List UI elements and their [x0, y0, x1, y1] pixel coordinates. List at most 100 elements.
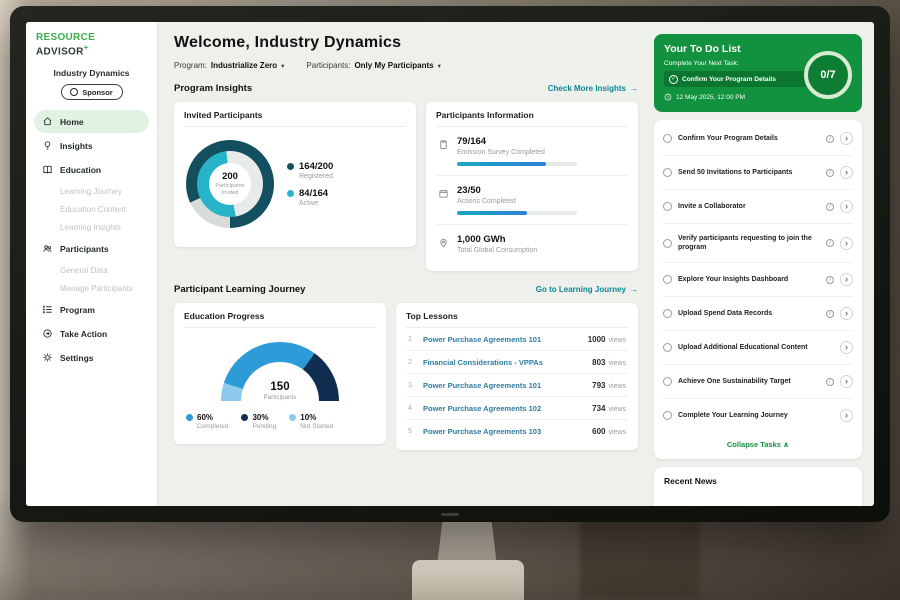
- registered-dot: [287, 163, 294, 170]
- chevron-right-icon[interactable]: ›: [840, 375, 853, 388]
- monitor-stand-base: [412, 560, 524, 600]
- sponsor-badge[interactable]: Sponsor: [61, 84, 123, 100]
- pending-dot: [241, 414, 248, 421]
- chevron-right-icon[interactable]: ›: [840, 273, 853, 286]
- task-row[interactable]: Upload Spend Data Records i ›: [663, 297, 853, 331]
- info-icon[interactable]: i: [826, 276, 834, 284]
- not-started-dot: [289, 414, 296, 421]
- program-insights-header: Program Insights Check More Insights →: [174, 83, 638, 94]
- consumption-value: 1,000 GWh: [457, 234, 537, 245]
- participants-filter[interactable]: Participants: Only My Participants ▾: [306, 61, 440, 70]
- task-row[interactable]: Explore Your Insights Dashboard i ›: [663, 263, 853, 297]
- lesson-rank: 1: [408, 336, 416, 343]
- participants-filter-label: Participants:: [306, 61, 350, 70]
- completed-value: 60%: [197, 413, 213, 422]
- program-filter[interactable]: Program: Industrialize Zero ▾: [174, 61, 284, 70]
- sidebar-item-label: Program: [60, 305, 95, 315]
- registered-label: Registered: [299, 173, 333, 180]
- task-checkbox[interactable]: [663, 134, 672, 143]
- task-checkbox[interactable]: [663, 377, 672, 386]
- chevron-right-icon[interactable]: ›: [840, 409, 853, 422]
- sidebar-item-general-data[interactable]: General Data: [34, 261, 149, 279]
- chevron-right-icon[interactable]: ›: [840, 341, 853, 354]
- donut-center-value: 200: [222, 171, 238, 182]
- clipboard-icon: [438, 137, 449, 148]
- task-checkbox[interactable]: [663, 411, 672, 420]
- education-progress-card: Education Progress 150 Participants: [174, 303, 386, 444]
- task-label: Explore Your Insights Dashboard: [678, 275, 820, 284]
- logo-plus: +: [84, 43, 89, 52]
- lesson-views-value: 734: [592, 404, 605, 413]
- arrow-right-icon: →: [630, 285, 638, 294]
- task-row[interactable]: Confirm Your Program Details i ›: [663, 122, 853, 156]
- sidebar-item-home[interactable]: Home: [34, 110, 149, 133]
- gear-icon: [42, 352, 53, 363]
- chevron-right-icon[interactable]: ›: [840, 237, 853, 250]
- sidebar-item-education-content[interactable]: Education Content: [34, 200, 149, 218]
- sidebar-item-learning-journey[interactable]: Learning Journey: [34, 182, 149, 200]
- sidebar-item-take-action[interactable]: Take Action: [34, 322, 149, 345]
- info-icon[interactable]: i: [826, 203, 834, 211]
- lesson-rank: 3: [408, 382, 416, 389]
- lesson-link[interactable]: Power Purchase Agreements 101: [423, 335, 581, 344]
- monitor-bezel: RESOURCE ADVISOR+ Industry Dynamics Spon…: [10, 6, 890, 522]
- sidebar-item-settings[interactable]: Settings: [34, 346, 149, 369]
- go-to-learning-journey-link[interactable]: Go to Learning Journey →: [536, 285, 638, 294]
- donut-center: 200 Participants Invited: [209, 163, 251, 205]
- chevron-right-icon[interactable]: ›: [840, 307, 853, 320]
- bulb-icon: [42, 140, 53, 151]
- task-checkbox[interactable]: [663, 309, 672, 318]
- lesson-link[interactable]: Power Purchase Agreements 102: [423, 404, 585, 413]
- task-checkbox[interactable]: [663, 275, 672, 284]
- sidebar-item-learning-insights[interactable]: Learning Insights: [34, 218, 149, 236]
- sponsor-icon: [70, 88, 78, 96]
- chevron-right-icon[interactable]: ›: [840, 132, 853, 145]
- legend-pending: 30% Pending: [241, 413, 276, 430]
- task-row[interactable]: Verify participants requesting to join t…: [663, 224, 853, 263]
- sidebar-item-education[interactable]: Education: [34, 158, 149, 181]
- info-icon[interactable]: i: [826, 135, 834, 143]
- learning-journey-title: Participant Learning Journey: [174, 284, 305, 295]
- task-checkbox[interactable]: [663, 343, 672, 352]
- lesson-link[interactable]: Financial Considerations - VPPAs: [423, 358, 585, 367]
- lesson-views-unit: views: [608, 337, 626, 344]
- task-checkbox[interactable]: [663, 202, 672, 211]
- main-content: Welcome, Industry Dynamics Program: Indu…: [158, 22, 650, 506]
- sponsor-badge-label: Sponsor: [82, 88, 112, 97]
- todo-next-task[interactable]: ✓ Confirm Your Program Details: [664, 71, 810, 87]
- chevron-right-icon[interactable]: ›: [840, 200, 853, 213]
- lesson-link[interactable]: Power Purchase Agreements 101: [423, 381, 585, 390]
- sidebar-item-insights[interactable]: Insights: [34, 134, 149, 157]
- emission-survey-row: 79/164 Emission Survey Completed: [436, 127, 628, 176]
- info-icon[interactable]: i: [826, 169, 834, 177]
- gauge-center-label: Participants: [264, 394, 297, 401]
- action-arrow-icon: [42, 328, 53, 339]
- sidebar-item-participants[interactable]: Participants: [34, 237, 149, 260]
- task-row[interactable]: Upload Additional Educational Content ›: [663, 331, 853, 365]
- collapse-tasks-link[interactable]: Collapse Tasks ∧: [663, 432, 853, 457]
- info-icon[interactable]: i: [826, 310, 834, 318]
- chevron-right-icon[interactable]: ›: [840, 166, 853, 179]
- task-label: Confirm Your Program Details: [678, 134, 820, 143]
- task-checkbox[interactable]: [663, 168, 672, 177]
- learning-cards-row: Education Progress 150 Participants: [174, 303, 638, 450]
- check-more-insights-link[interactable]: Check More Insights →: [548, 84, 638, 93]
- task-row[interactable]: Achieve One Sustainability Target i ›: [663, 365, 853, 399]
- app-logo: RESOURCE ADVISOR+: [34, 32, 149, 57]
- task-label: Send 50 Invitations to Participants: [678, 168, 820, 177]
- participants-information-card: Participants Information 79/164 Emission…: [426, 102, 638, 271]
- sidebar-item-label: Insights: [60, 141, 93, 151]
- task-row[interactable]: Invite a Collaborator i ›: [663, 190, 853, 224]
- todo-header-card: Your To Do List Complete Your Next Task:…: [654, 34, 862, 112]
- info-icon[interactable]: i: [826, 239, 834, 247]
- sidebar-item-manage-participants[interactable]: Manage Participants: [34, 279, 149, 297]
- lesson-link[interactable]: Power Purchase Agreements 103: [423, 427, 585, 436]
- sidebar-item-program[interactable]: Program: [34, 298, 149, 321]
- task-row[interactable]: Send 50 Invitations to Participants i ›: [663, 156, 853, 190]
- monitor-stand-neck: [437, 516, 497, 566]
- task-checkbox[interactable]: [663, 239, 672, 248]
- active-dot: [287, 190, 294, 197]
- gauge-legend: 60% Completed 30% Pending 10% Not Starte…: [184, 403, 376, 436]
- task-row[interactable]: Complete Your Learning Journey ›: [663, 399, 853, 432]
- info-icon[interactable]: i: [826, 378, 834, 386]
